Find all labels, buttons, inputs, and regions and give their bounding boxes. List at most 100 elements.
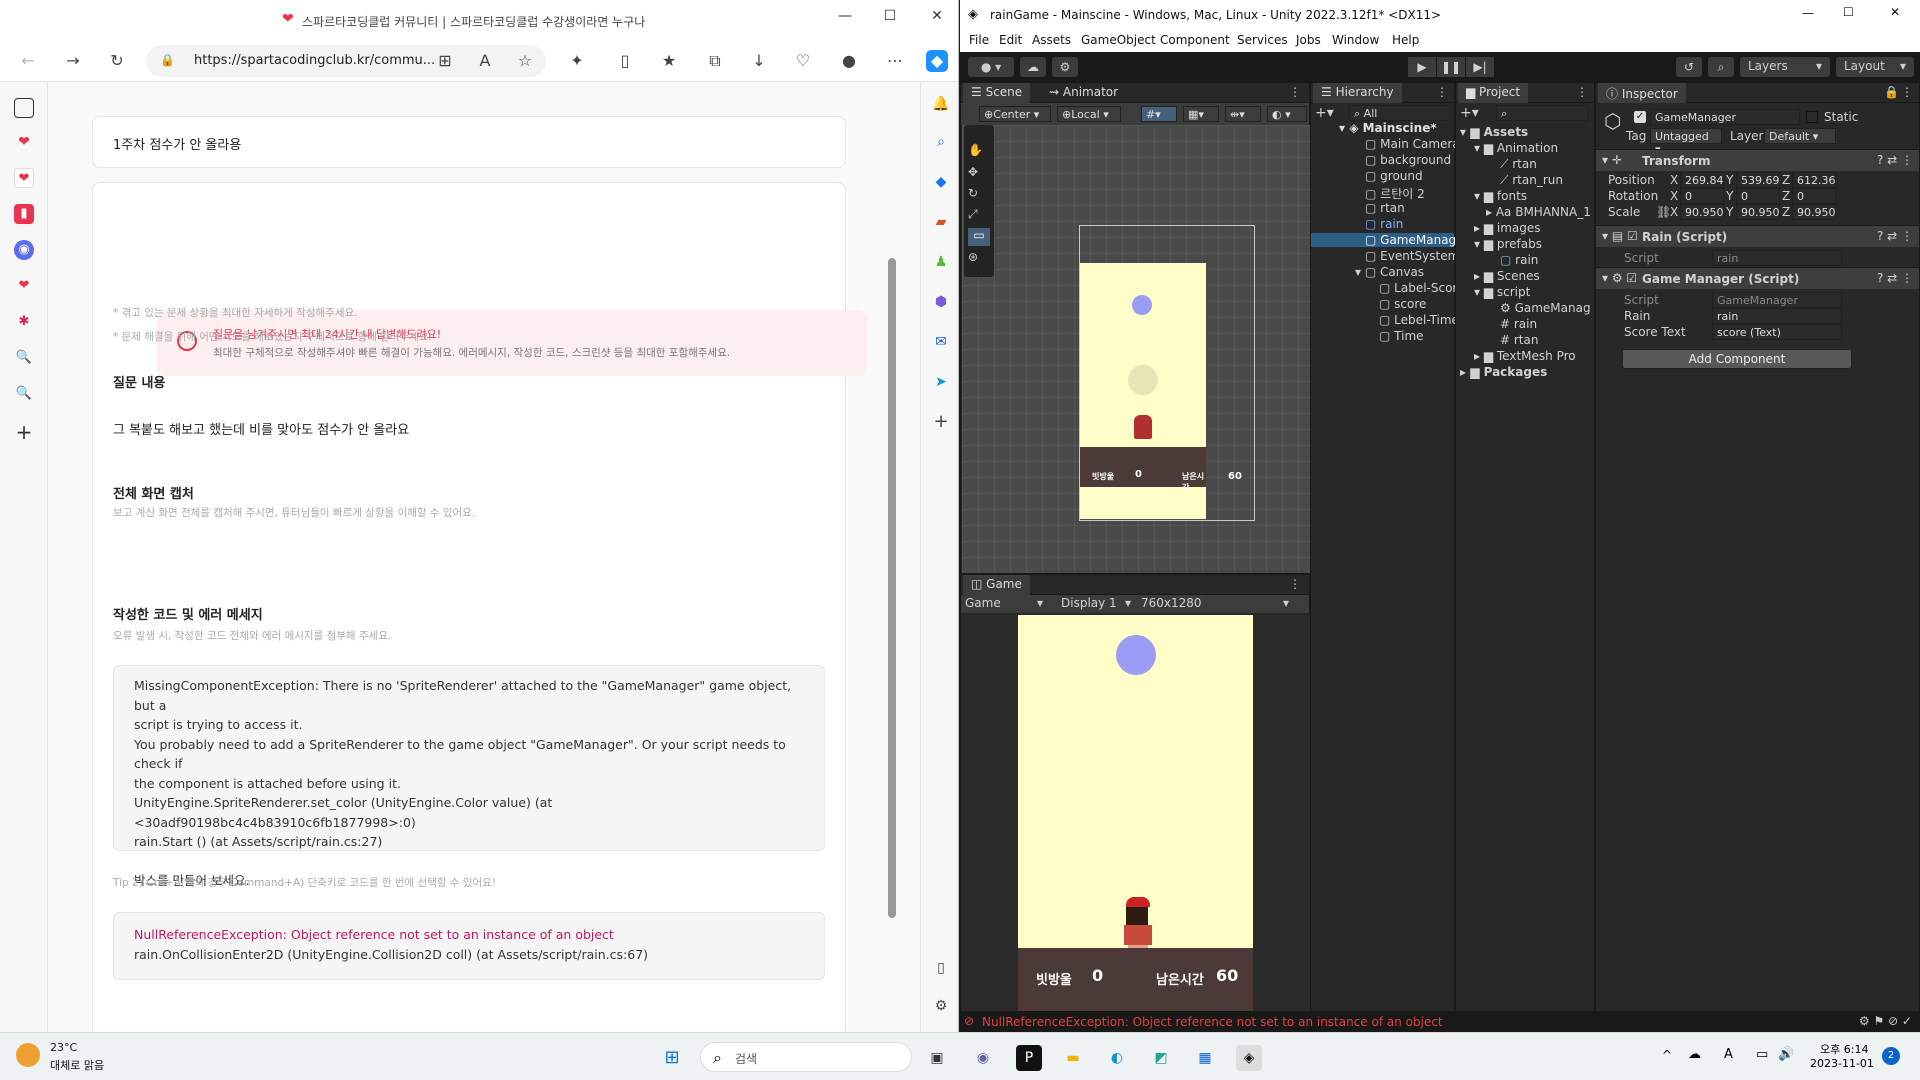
hierarchy-item[interactable]: ▢ score [1379, 297, 1426, 311]
pivot-dropdown[interactable]: ⊕Center ▾ [979, 106, 1051, 122]
project-asset[interactable]: ▢ rain [1500, 253, 1538, 267]
volume-icon[interactable]: 🔊 [1778, 1047, 1794, 1062]
cloud-icon[interactable]: ☁ [1020, 57, 1046, 77]
hierarchy-item[interactable]: ▢ Time [1379, 329, 1424, 343]
hierarchy-add-button[interactable]: +▾ [1315, 105, 1334, 121]
favorite-star-icon[interactable]: ☆ [514, 50, 536, 72]
gm-script-menu-icon[interactable]: ? ⇄ ⋮ [1877, 271, 1913, 285]
hierarchy-item-selected[interactable]: ▢ GameManager [1311, 233, 1468, 247]
project-folder[interactable]: ▸ ▆ images [1474, 221, 1541, 235]
collections-icon[interactable]: ⧉ [704, 50, 726, 72]
project-folder[interactable]: ▸ ▆ Scenes [1474, 269, 1540, 283]
project-folder[interactable]: ▸ ▆ Packages [1460, 365, 1547, 379]
menu-component[interactable]: Component [1160, 33, 1230, 47]
unity-minimize-button[interactable]: — [1802, 6, 1814, 20]
project-asset[interactable]: ⚙ GameManag [1500, 301, 1591, 315]
sidebar-layout-icon[interactable]: ▯ [931, 958, 951, 978]
read-aloud-icon[interactable]: A [474, 50, 496, 72]
tab-search-1-icon[interactable]: 🔍 [14, 348, 34, 368]
project-asset[interactable]: ⟋ rtan [1500, 157, 1537, 172]
hierarchy-item[interactable]: ▢ Main Camera [1365, 137, 1460, 151]
game-mode-dropdown[interactable]: Game [965, 596, 1001, 610]
tab-app-icon[interactable]: ◉ [14, 240, 34, 260]
layout-dropdown[interactable]: Layout ▾ [1836, 57, 1914, 77]
position-z[interactable]: 612.36 [1792, 172, 1836, 188]
tab-animator[interactable]: ⇝ Animator [1041, 83, 1126, 103]
collab-icon[interactable]: ⚙ [1052, 57, 1078, 77]
menu-edit[interactable]: Edit [999, 33, 1022, 47]
notification-badge[interactable]: 2 [1882, 1047, 1900, 1065]
menu-services[interactable]: Services [1237, 33, 1288, 47]
unity-taskbar-icon[interactable]: ◈ [1236, 1045, 1262, 1071]
hierarchy-search[interactable]: ⌕ All [1349, 105, 1451, 121]
move-tool-icon[interactable]: ✥ [968, 165, 978, 179]
new-tab-icon[interactable]: + [14, 422, 34, 442]
post-title-card[interactable]: 1주차 점수가 안 올라용 [92, 116, 846, 168]
menu-file[interactable]: File [969, 33, 989, 47]
play-button[interactable]: ▶ [1408, 57, 1436, 77]
project-folder[interactable]: ▾ ▆ Assets [1460, 125, 1528, 139]
scene-rain-drop[interactable] [1132, 295, 1152, 315]
refresh-icon[interactable]: ↻ [106, 50, 128, 72]
apps-icon[interactable]: ⊞ [434, 50, 456, 72]
tab-book-icon[interactable]: ▮ [14, 204, 34, 224]
hierarchy-item[interactable]: ▢ Lebel-Time [1379, 313, 1459, 327]
taskbar-search[interactable]: ⌕ 검색 [700, 1042, 912, 1072]
hand-tool-icon[interactable]: ✋ [968, 143, 983, 157]
space-dropdown[interactable]: ⊕Local ▾ [1057, 106, 1121, 122]
hierarchy-item[interactable]: ▢ Label-Score [1379, 281, 1464, 295]
tray-chevron-icon[interactable]: ^ [1662, 1048, 1672, 1062]
project-folder[interactable]: ▸ ▆ TextMesh Pro [1474, 349, 1576, 363]
scale-tool-icon[interactable]: ⤢ [968, 207, 978, 222]
scale-z[interactable]: 90.950 [1792, 204, 1836, 220]
downloads-icon[interactable]: ↓ [748, 50, 770, 72]
project-folder[interactable]: ▾ ▆ script [1474, 285, 1530, 299]
tag-icon[interactable]: ◆ [931, 172, 951, 192]
grid-toggle[interactable]: ▦▾ [1183, 106, 1219, 122]
tab-sparta-1-icon[interactable]: ❤ [14, 132, 34, 152]
m365-icon[interactable]: ⬢ [931, 292, 951, 312]
tab-search-2-icon[interactable]: 🔍 [14, 384, 34, 404]
grid-snap-button[interactable]: #▾ [1141, 106, 1177, 122]
project-asset[interactable]: # rtan [1500, 333, 1538, 347]
back-icon[interactable]: ← [17, 50, 39, 72]
draw-mode-dropdown[interactable]: ◐ ▾ [1267, 106, 1307, 122]
search-icon[interactable]: ⌕ [1708, 57, 1734, 77]
tab-sparta-active-icon[interactable]: ❤ [14, 168, 34, 188]
layers-dropdown[interactable]: Layers ▾ [1740, 57, 1830, 77]
hierarchy-item[interactable]: ▢ ground [1365, 169, 1423, 183]
increment-snap[interactable]: ⇹▾ [1225, 106, 1261, 122]
performance-icon[interactable]: ♡ [792, 50, 814, 72]
tab-game[interactable]: ◫ Game [963, 575, 1030, 595]
edge-taskbar-icon[interactable]: ◐ [1104, 1045, 1130, 1071]
hierarchy-item[interactable]: ▢ rain [1365, 217, 1403, 231]
add-component-button[interactable]: Add Component [1622, 349, 1852, 369]
inspector-lock-icon[interactable]: 🔒 [1884, 85, 1899, 99]
network-icon[interactable]: ▭ [1756, 1047, 1768, 1062]
clock-time[interactable]: 오후 6:14 [1820, 1041, 1868, 1057]
tab-project[interactable]: ▆ Project [1458, 83, 1529, 103]
maximize-button[interactable]: ☐ [875, 8, 905, 24]
rect-tool-icon[interactable]: ▭ [968, 228, 990, 246]
store-icon[interactable]: ▦ [1192, 1045, 1218, 1071]
static-checkbox[interactable] [1806, 111, 1818, 123]
scene-viewport[interactable]: ✋ ✥ ↻ ⤢ ▭ ⊛ 빗방울 0 남은시간 60 [962, 125, 1310, 573]
transform-header[interactable]: ▾ ✛ Transform ? ⇄ ⋮ [1596, 149, 1919, 171]
rotation-y[interactable]: 0 [1736, 188, 1780, 204]
menu-gameobject[interactable]: GameObject [1081, 33, 1156, 47]
rotation-z[interactable]: 0 [1792, 188, 1836, 204]
weather-icon[interactable] [16, 1043, 40, 1067]
rain-field[interactable]: rain [1712, 308, 1842, 324]
hierarchy-item[interactable]: ▢ EventSystem [1365, 249, 1459, 263]
task-view-icon[interactable]: ▣ [924, 1045, 950, 1071]
settings-gear-icon[interactable]: ⚙ [931, 996, 951, 1016]
tab-hierarchy[interactable]: ☰ Hierarchy [1313, 83, 1402, 103]
scale-link-icon[interactable]: ⛓ [1656, 205, 1671, 219]
position-y[interactable]: 539.69 [1736, 172, 1780, 188]
tab-sparta-2-icon[interactable]: ❤ [14, 276, 34, 296]
bell-icon[interactable]: 🔔 [931, 94, 951, 114]
project-folder[interactable]: ▾ ▆ fonts [1474, 189, 1527, 203]
rotation-x[interactable]: 0 [1680, 188, 1724, 204]
account-button[interactable]: ● ▾ [968, 57, 1014, 77]
resolution-dropdown[interactable]: 760x1280 [1141, 596, 1202, 610]
